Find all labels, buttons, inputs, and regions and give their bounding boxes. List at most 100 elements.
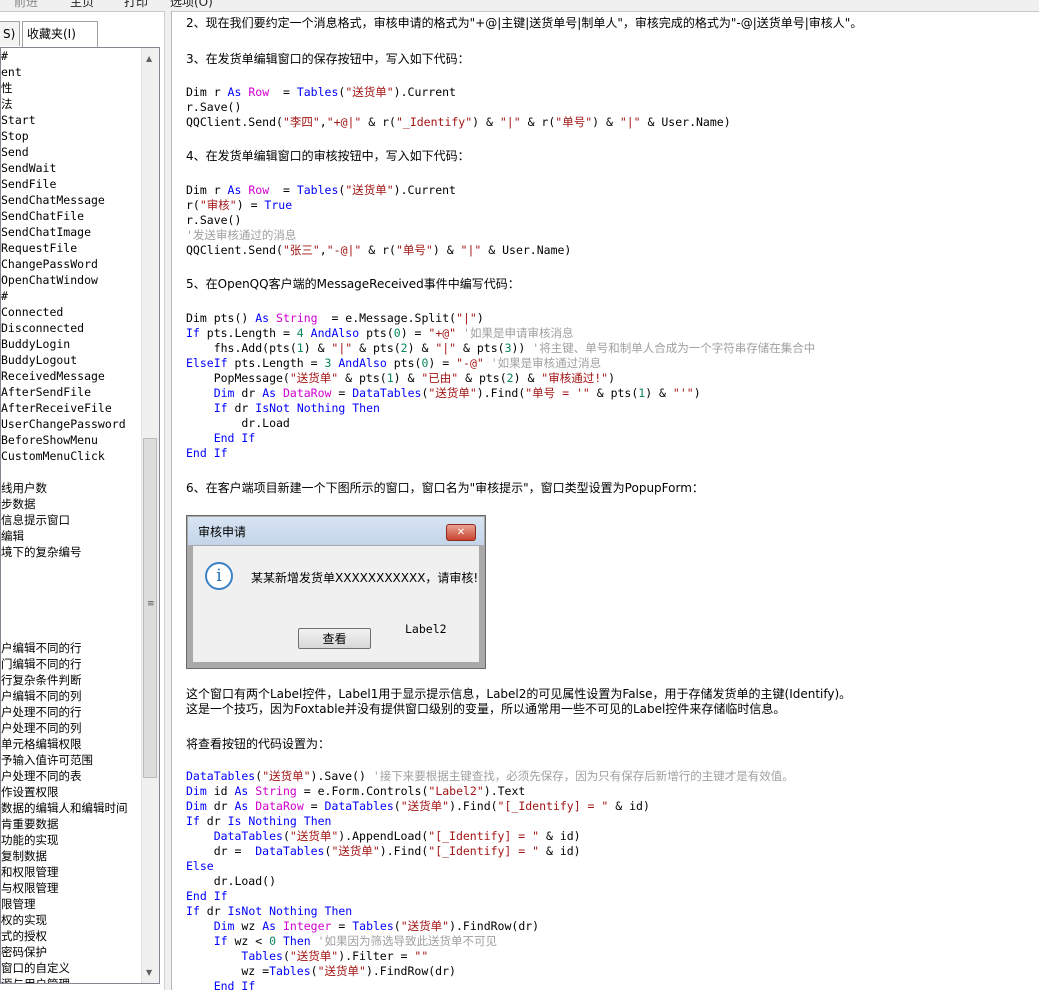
index-item[interactable]: SendWait <box>1 160 141 176</box>
index-item[interactable]: 行复杂条件判断 <box>1 672 141 688</box>
index-item[interactable]: 户编辑不同的列 <box>1 688 141 704</box>
index-item[interactable]: 单元格编辑权限 <box>1 736 141 752</box>
index-item[interactable]: 信息提示窗口 <box>1 512 141 528</box>
index-item[interactable]: 窗口的自定义 <box>1 960 141 976</box>
index-item[interactable]: # <box>1 48 141 64</box>
code-token: QQClient.Send( <box>186 243 283 257</box>
panel-splitter[interactable] <box>164 11 172 990</box>
code-token: & pts( <box>338 371 387 385</box>
index-item[interactable]: 限管理 <box>1 896 141 912</box>
index-item[interactable] <box>1 464 141 480</box>
index-item[interactable]: AfterReceiveFile <box>1 400 141 416</box>
index-item[interactable]: 步数据 <box>1 496 141 512</box>
index-item[interactable]: Connected <box>1 304 141 320</box>
index-item[interactable] <box>1 560 141 576</box>
index-item[interactable]: 线用户数 <box>1 480 141 496</box>
code-line: r("审核") = True <box>186 198 571 213</box>
code-line: QQClient.Send("李四","+@|" & r("_Identify"… <box>186 115 731 130</box>
code-token: ( <box>282 829 290 843</box>
index-item[interactable]: 户编辑不同的行 <box>1 640 141 656</box>
index-item[interactable]: ReceivedMessage <box>1 368 141 384</box>
index-item[interactable]: Disconnected <box>1 320 141 336</box>
index-item[interactable]: 户处理不同的表 <box>1 768 141 784</box>
code-line: dr = DataTables("送货单").Find("[_Identify]… <box>186 844 794 859</box>
code-token: "送货单" <box>317 964 366 978</box>
index-item[interactable]: 性 <box>1 80 141 96</box>
code-token: dr <box>227 401 256 415</box>
close-icon[interactable]: ✕ <box>446 524 476 541</box>
index-item[interactable]: # <box>1 288 141 304</box>
options-button[interactable]: 选项(O) <box>170 0 213 9</box>
dialog-label2: Label2 <box>405 622 447 636</box>
code-token: DataTables <box>324 799 394 813</box>
scroll-thumb[interactable]: ≡ <box>143 438 157 778</box>
index-item[interactable]: SendChatImage <box>1 224 141 240</box>
index-item[interactable]: 密码保护 <box>1 944 141 960</box>
index-item[interactable]: Send <box>1 144 141 160</box>
review-dialog-preview: 审核申请 ✕ i 某某新增发货单XXXXXXXXXXX，请审核! Label2 … <box>186 515 486 669</box>
index-item[interactable]: CustomMenuClick <box>1 448 141 464</box>
index-item[interactable]: BuddyLogin <box>1 336 141 352</box>
tab-favorites[interactable]: 收藏夹(I) <box>22 21 98 48</box>
code-token: "送货单" <box>428 386 477 400</box>
code-token: As <box>234 784 249 798</box>
index-item[interactable]: 源与用户管理 <box>1 976 141 983</box>
code-token: ).Find( <box>449 799 498 813</box>
code-token: '如果因为筛选导致此送货单不可见 <box>317 934 498 948</box>
vertical-scrollbar[interactable]: ▲ ≡ ▼ <box>141 48 159 983</box>
code-line: If wz < 0 Then '如果因为筛选导致此送货单不可见 <box>186 934 794 949</box>
code-token: dr <box>199 904 228 918</box>
index-item[interactable]: 功能的实现 <box>1 832 141 848</box>
index-item[interactable]: ChangePassWord <box>1 256 141 272</box>
index-item[interactable]: 户处理不同的行 <box>1 704 141 720</box>
code-token: dr = <box>186 844 256 858</box>
index-item[interactable]: AfterSendFile <box>1 384 141 400</box>
index-item[interactable] <box>1 608 141 624</box>
index-item[interactable]: 户处理不同的列 <box>1 720 141 736</box>
code-token: DataTables <box>255 844 325 858</box>
index-item[interactable]: 数据的编辑人和编辑时间 <box>1 800 141 816</box>
index-item[interactable] <box>1 592 141 608</box>
index-item[interactable]: Start <box>1 112 141 128</box>
scroll-down-icon[interactable]: ▼ <box>146 968 152 977</box>
scroll-up-icon[interactable]: ▲ <box>146 54 152 63</box>
view-button[interactable]: 查看 <box>298 628 371 649</box>
back-button[interactable]: 前进 <box>14 0 38 9</box>
index-item[interactable]: 和权限管理 <box>1 864 141 880</box>
index-item[interactable] <box>1 576 141 592</box>
code-token: As <box>262 386 277 400</box>
index-item[interactable]: BuddyLogout <box>1 352 141 368</box>
code-token: "单号 = '" <box>525 386 590 400</box>
index-item[interactable]: Stop <box>1 128 141 144</box>
home-button[interactable]: 主页 <box>70 0 94 9</box>
index-item[interactable]: 肯重要数据 <box>1 816 141 832</box>
index-item[interactable]: SendFile <box>1 176 141 192</box>
code-token: & r( <box>361 115 396 129</box>
code-token: IsNot <box>255 401 290 415</box>
index-item[interactable]: SendChatFile <box>1 208 141 224</box>
index-item[interactable]: SendChatMessage <box>1 192 141 208</box>
index-item[interactable]: 予输入值许可范围 <box>1 752 141 768</box>
index-item[interactable]: 权的实现 <box>1 912 141 928</box>
nav-tabs: S) 收藏夹(I) <box>0 21 160 48</box>
index-item[interactable]: 与权限管理 <box>1 880 141 896</box>
index-item[interactable]: UserChangePassword <box>1 416 141 432</box>
index-item[interactable]: 作设置权限 <box>1 784 141 800</box>
index-item[interactable]: 编辑 <box>1 528 141 544</box>
tab-search[interactable]: S) <box>0 21 20 46</box>
index-item[interactable]: BeforeShowMenu <box>1 432 141 448</box>
index-item[interactable]: 境下的复杂编号 <box>1 544 141 560</box>
code-token: QQClient.Send( <box>186 115 283 129</box>
index-item[interactable]: RequestFile <box>1 240 141 256</box>
index-item[interactable]: 门编辑不同的行 <box>1 656 141 672</box>
code-token: "+@|" <box>326 115 362 129</box>
index-item[interactable] <box>1 624 141 640</box>
index-item[interactable]: 式的授权 <box>1 928 141 944</box>
code-token: '接下来要根据主键查找，必须先保存，因为只有保存后新增行的主键才是有效值。 <box>372 769 794 783</box>
index-item[interactable]: OpenChatWindow <box>1 272 141 288</box>
index-item[interactable]: ent <box>1 64 141 80</box>
print-button[interactable]: 打印 <box>124 0 148 9</box>
index-item[interactable]: 复制数据 <box>1 848 141 864</box>
index-item[interactable]: 法 <box>1 96 141 112</box>
